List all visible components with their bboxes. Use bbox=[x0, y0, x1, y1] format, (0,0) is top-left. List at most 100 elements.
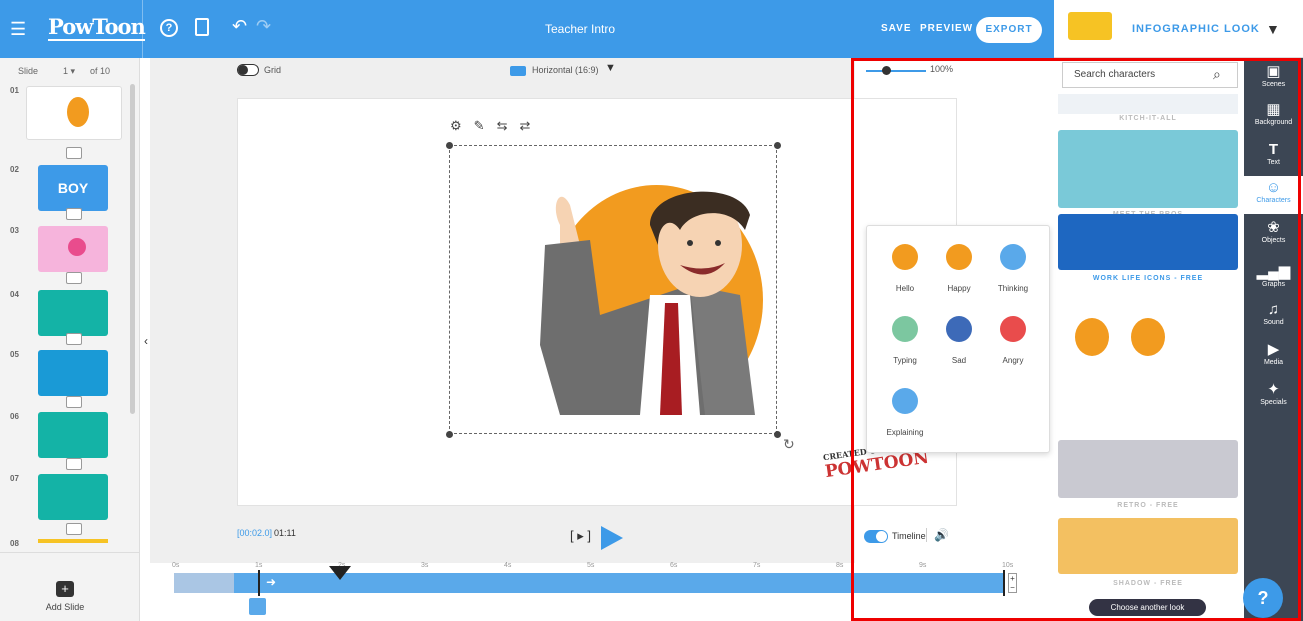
project-title[interactable]: Teacher Intro bbox=[520, 0, 640, 58]
hamburger-menu-icon[interactable]: ☰ bbox=[10, 0, 34, 58]
play-icon[interactable] bbox=[601, 526, 623, 550]
transition-icon[interactable] bbox=[66, 333, 82, 345]
pose-item-happy[interactable]: Happy bbox=[929, 244, 989, 293]
ruler-tick: 10s bbox=[1002, 562, 1014, 569]
slide-thumb-6[interactable] bbox=[38, 412, 108, 458]
add-slide-button[interactable]: Add Slide bbox=[30, 602, 100, 612]
look-selector[interactable]: INFOGRAPHIC LOOK ▼ bbox=[1054, 0, 1303, 58]
look-shadow[interactable] bbox=[1058, 518, 1238, 574]
character-teacher[interactable] bbox=[540, 185, 770, 420]
slides-scrollbar[interactable] bbox=[130, 84, 135, 414]
rail-sound[interactable]: ♫ Sound bbox=[1244, 302, 1303, 327]
slide-thumb-5[interactable] bbox=[38, 350, 108, 396]
pose-item-explaining[interactable]: Explaining bbox=[875, 388, 935, 437]
pose-thumb bbox=[946, 316, 972, 342]
slide-thumb-1[interactable] bbox=[26, 86, 122, 140]
export-button[interactable]: EXPORT bbox=[976, 17, 1042, 43]
look-label: RETRO - FREE bbox=[1117, 502, 1179, 509]
timeline-zoom-control[interactable]: + − bbox=[1008, 573, 1017, 593]
search-icon[interactable]: ⌕ bbox=[1213, 66, 1221, 83]
selection-toolbar: ⚙✎⇆⇄ bbox=[450, 118, 542, 134]
settings-icon[interactable]: ⚙ bbox=[450, 118, 474, 133]
transition-icon[interactable] bbox=[66, 396, 82, 408]
undo-icon[interactable]: ↶ bbox=[232, 16, 247, 37]
character-track-icon[interactable] bbox=[249, 598, 266, 615]
slide-thumb-7[interactable] bbox=[38, 474, 108, 520]
rotate-icon[interactable]: ↻ bbox=[783, 436, 795, 453]
choose-another-look-button[interactable]: Choose another look bbox=[1089, 599, 1206, 616]
pose-item-angry[interactable]: Angry bbox=[983, 316, 1043, 365]
redo-icon[interactable]: ↷ bbox=[256, 16, 271, 37]
slide-number: 01 bbox=[10, 86, 19, 95]
ruler-tick: 8s bbox=[836, 562, 844, 569]
rail-graphs[interactable]: ▂▄▆ Graphs bbox=[1244, 264, 1303, 289]
look-kitch-it-all[interactable] bbox=[1058, 94, 1238, 114]
resize-handle[interactable] bbox=[446, 431, 453, 438]
rail-scenes[interactable]: ▣ Scenes bbox=[1244, 64, 1303, 89]
look-thumbnail bbox=[1068, 12, 1112, 40]
slide-thumb-8[interactable] bbox=[38, 539, 108, 543]
add-slide-icon[interactable]: + bbox=[56, 581, 74, 597]
pose-item-hello[interactable]: Hello bbox=[875, 244, 935, 293]
transition-icon[interactable] bbox=[66, 272, 82, 284]
timeline-track[interactable] bbox=[174, 573, 1004, 593]
slide-number: 02 bbox=[10, 165, 19, 174]
chevron-down-icon[interactable]: ▼ bbox=[605, 62, 616, 74]
pose-label: Sad bbox=[951, 356, 967, 365]
chevron-down-icon[interactable]: ▼ bbox=[1266, 0, 1280, 58]
search-placeholder: Search characters bbox=[1074, 69, 1156, 80]
look-retro[interactable] bbox=[1058, 440, 1238, 498]
preview-button[interactable]: PREVIEW bbox=[920, 0, 973, 58]
rail-specials[interactable]: ✦ Specials bbox=[1244, 382, 1303, 407]
zoom-slider-knob[interactable] bbox=[882, 66, 891, 75]
pose-item-sad[interactable]: Sad bbox=[929, 316, 989, 365]
resize-handle[interactable] bbox=[774, 431, 781, 438]
slide-label: Slide bbox=[18, 66, 39, 76]
media-icon: ▶ bbox=[1267, 341, 1280, 358]
resize-handle[interactable] bbox=[774, 142, 781, 149]
slide-thumb-3[interactable] bbox=[38, 226, 108, 272]
rail-media[interactable]: ▶ Media bbox=[1244, 341, 1303, 367]
transition-icon[interactable] bbox=[66, 147, 82, 159]
rail-background[interactable]: ▦ Background bbox=[1244, 102, 1303, 127]
sound-icon[interactable]: 🔊 bbox=[934, 528, 949, 542]
transition-icon[interactable] bbox=[66, 523, 82, 535]
enter-arrow-icon[interactable]: ➜ bbox=[266, 575, 276, 589]
help-button[interactable]: ? bbox=[1243, 578, 1283, 618]
total-time: 01:11 bbox=[274, 528, 296, 538]
transition-icon[interactable] bbox=[66, 208, 82, 220]
pose-label: Angry bbox=[1002, 356, 1024, 365]
character-thumb[interactable] bbox=[1075, 318, 1109, 356]
zoom-slider[interactable] bbox=[866, 70, 926, 72]
grid-toggle-knob bbox=[238, 65, 248, 75]
character-thumb[interactable] bbox=[1131, 318, 1165, 356]
orientation-select[interactable]: Horizontal (16:9) bbox=[532, 65, 599, 75]
slide-number-select[interactable]: 1 ▾ bbox=[63, 66, 75, 77]
play-slide-button[interactable]: [ ▸ ] bbox=[570, 528, 591, 544]
help-icon[interactable]: ? bbox=[160, 19, 178, 37]
timeline-start-handle[interactable] bbox=[258, 570, 260, 596]
notes-icon[interactable] bbox=[195, 18, 209, 36]
pose-icon[interactable]: ✎ bbox=[474, 118, 497, 133]
pose-item-thinking[interactable]: Thinking bbox=[983, 244, 1043, 293]
timeline-label: Timeline bbox=[892, 531, 926, 541]
resize-handle[interactable] bbox=[446, 142, 453, 149]
slide-thumb-2[interactable]: BOY bbox=[38, 165, 108, 211]
timeline-end-handle[interactable] bbox=[1003, 570, 1005, 596]
swap-icon[interactable]: ⇆ bbox=[497, 118, 520, 133]
slide-thumb-4[interactable] bbox=[38, 290, 108, 336]
look-work-life-icons[interactable] bbox=[1058, 214, 1238, 270]
collapse-panel-icon[interactable]: ‹ bbox=[144, 334, 148, 348]
pose-item-typing[interactable]: Typing bbox=[875, 316, 935, 365]
powtoon-logo[interactable]: PowToon bbox=[48, 14, 146, 41]
look-meet-the-pros[interactable] bbox=[1058, 130, 1238, 208]
flip-icon[interactable]: ⇄ bbox=[519, 118, 542, 133]
rail-objects[interactable]: ❀ Objects bbox=[1244, 219, 1303, 245]
save-button[interactable]: SAVE bbox=[881, 0, 912, 58]
playhead-marker[interactable] bbox=[329, 566, 351, 580]
transition-icon[interactable] bbox=[66, 458, 82, 470]
rail-characters[interactable]: ☺ Characters bbox=[1244, 176, 1303, 214]
objects-icon: ❀ bbox=[1267, 219, 1280, 236]
divider bbox=[142, 0, 143, 58]
rail-text[interactable]: T Text bbox=[1244, 142, 1303, 167]
